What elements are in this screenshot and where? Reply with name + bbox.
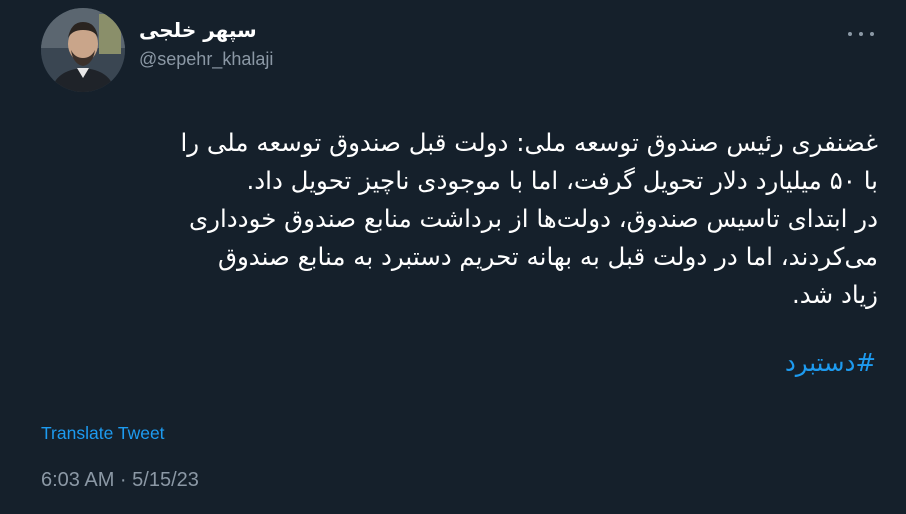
translate-tweet-link[interactable]: Translate Tweet	[41, 423, 165, 444]
user-info: سپهر خلجی @sepehr_khalaji	[139, 16, 439, 72]
avatar[interactable]	[41, 8, 125, 92]
author-display-name[interactable]: سپهر خلجی	[139, 16, 439, 44]
author-handle[interactable]: @sepehr_khalaji	[139, 46, 439, 72]
tweet-line: در ابتدای تاسیس صندوق، دولت‌ها از برداشت…	[188, 204, 878, 233]
tweet-line: زیاد شد.	[792, 280, 878, 309]
tweet-timestamp[interactable]: 6:03 AM · 5/15/23	[41, 469, 199, 492]
tweet-line: با ۵۰ میلیارد دلار تحویل گرفت، اما با مو…	[246, 166, 878, 195]
tweet-text: غضنفری رئیس صندوق توسعه ملی: دولت قبل صن…	[40, 124, 878, 314]
tweet-line: غضنفری رئیس صندوق توسعه ملی: دولت قبل صن…	[180, 128, 878, 157]
more-dot	[870, 32, 874, 36]
avatar-image	[41, 8, 125, 92]
tweet-card: سپهر خلجی @sepehr_khalaji غضنفری رئیس صن…	[0, 0, 906, 514]
tweet-line: می‌کردند، اما در دولت قبل به بهانه تحریم…	[217, 242, 878, 271]
hashtag-link[interactable]: #دستبرد	[785, 344, 876, 382]
more-dot	[859, 32, 863, 36]
more-dot	[848, 32, 852, 36]
more-horizontal-icon[interactable]	[848, 27, 874, 41]
